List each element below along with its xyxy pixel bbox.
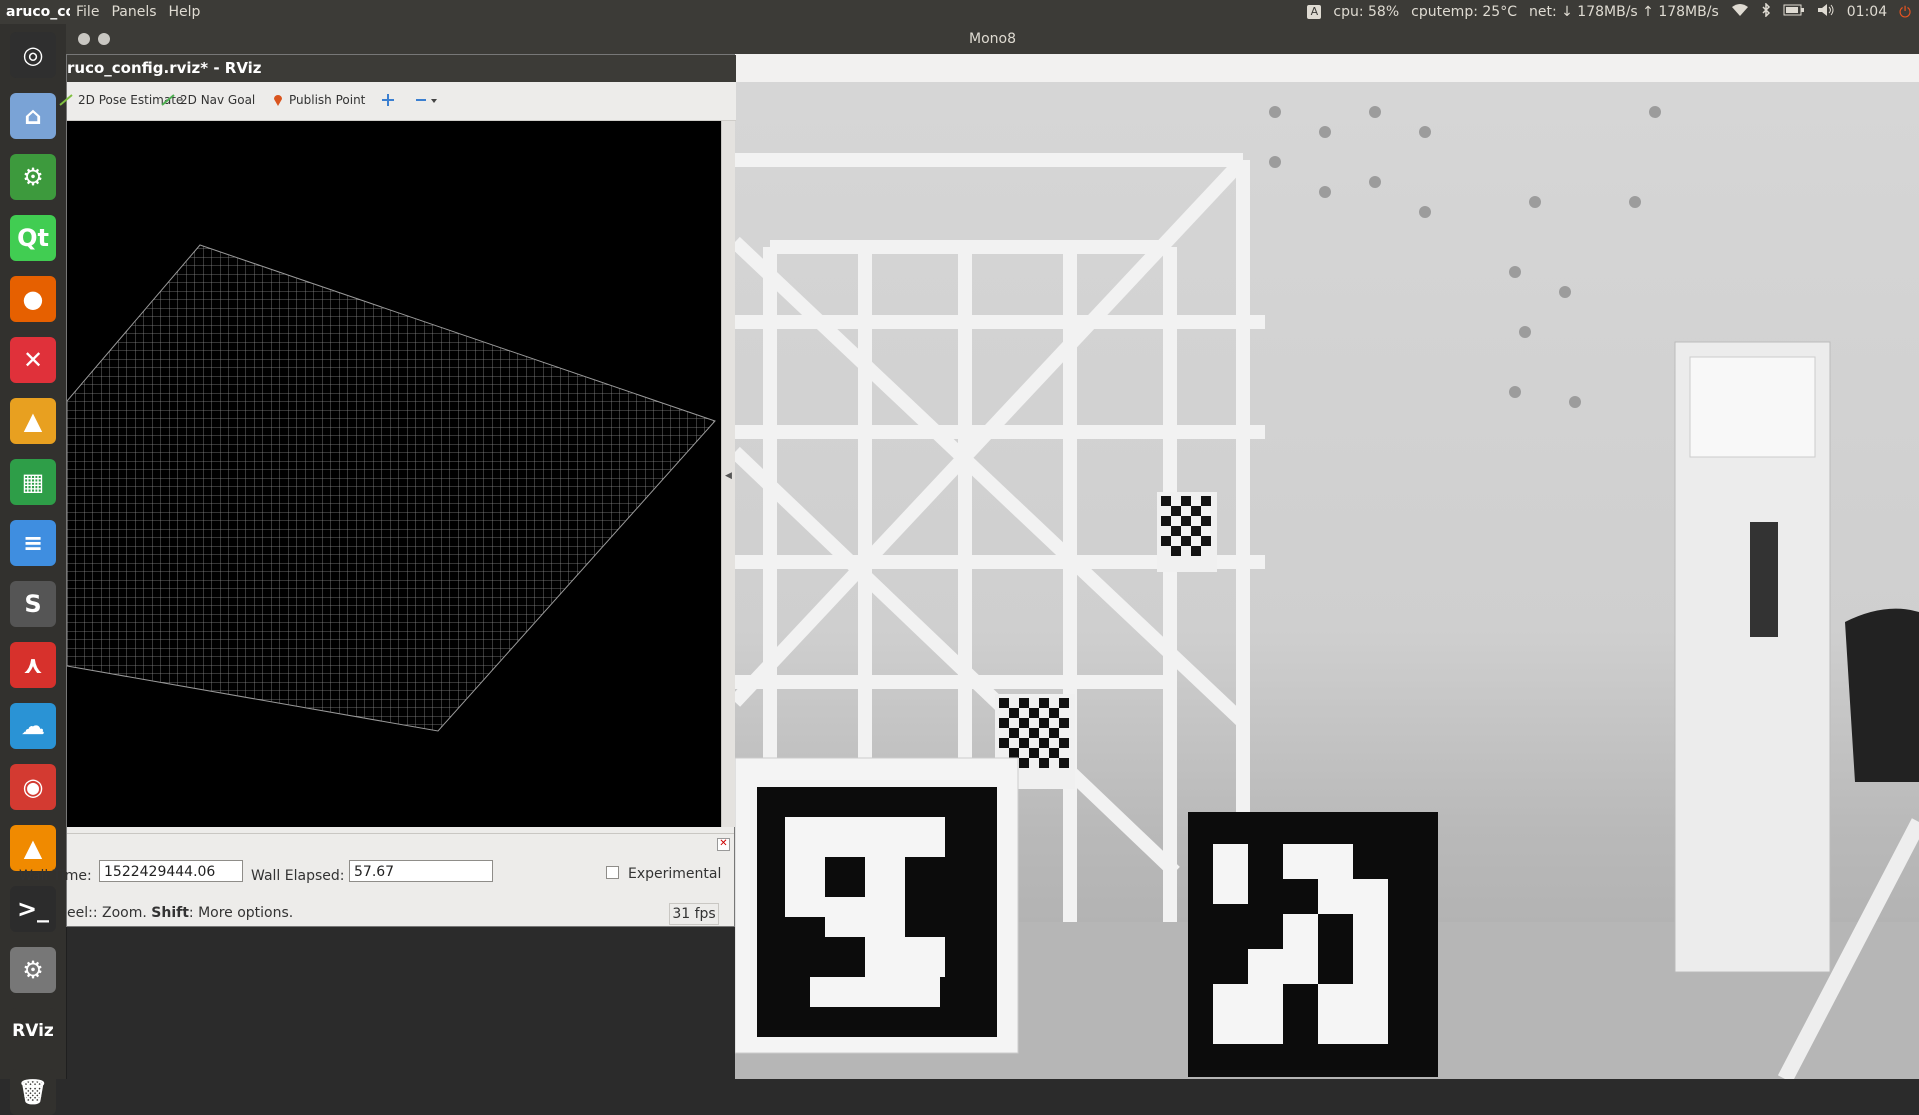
wall-time-field[interactable]: 1522429444.06 — [99, 860, 243, 882]
launcher-firefox[interactable]: ● — [10, 276, 56, 322]
launcher-trash[interactable]: 🗑 — [10, 1069, 56, 1115]
qt-creator-icon: Qt — [17, 224, 49, 252]
collapse-arrow-icon[interactable]: ◀ — [725, 471, 732, 481]
rviz-icon: RViz — [12, 1021, 54, 1041]
launcher-pdf-reader[interactable]: ⋏ — [10, 642, 56, 688]
map-pin-icon — [274, 95, 282, 106]
sublime-icon: S — [24, 590, 42, 618]
plus-crosshair-icon — [382, 94, 394, 106]
status-message-prefix: eel:: Zoom. — [67, 905, 152, 921]
experimental-checkbox[interactable] — [606, 866, 619, 879]
robot-app-icon: ⚙ — [22, 163, 44, 191]
mono-window-titlebar[interactable]: Mono8 — [66, 24, 1919, 54]
launcher: ◎ ⌂ ⚙ Qt ● ✕ ▲ ▦ ≡ S ⋏ ☁ ◉ ▲ >_ ⚙ RViz 🗑 — [0, 24, 67, 1115]
clock[interactable]: 01:04 — [1847, 4, 1887, 20]
keyboard-icon[interactable]: A — [1307, 5, 1322, 19]
dock-splitter[interactable]: ◀ — [721, 121, 735, 827]
add-tool-button[interactable] — [381, 93, 395, 107]
rviz-toolbar: 2D Pose Estimate 2D Nav Goal Publish Poi… — [59, 82, 736, 121]
top-panel: aruco_co File Panels Help A cpu: 58% cpu… — [0, 0, 1919, 24]
wall-time-label: Wall Time: — [19, 868, 92, 884]
battery-icon[interactable] — [1783, 4, 1805, 20]
ubuntu-dash-icon: ◎ — [22, 41, 44, 69]
status-bar: eel:: Zoom. Shift: More options. 31 fps — [67, 901, 734, 926]
launcher-image-viewer[interactable]: ▲ — [10, 398, 56, 444]
close-icon[interactable]: ✕ — [717, 838, 730, 851]
wifi-icon[interactable] — [1731, 3, 1749, 21]
cputemp-indicator[interactable]: cputemp: 25°C — [1411, 4, 1517, 20]
vlc-icon: ▲ — [23, 834, 43, 862]
launcher-files[interactable]: ⌂ — [10, 93, 56, 139]
mono-window-menubar — [735, 54, 1919, 82]
launcher-netease-music[interactable]: ◉ — [10, 764, 56, 810]
files-icon: ⌂ — [24, 102, 42, 130]
xmind-icon: ✕ — [22, 346, 44, 374]
power-icon[interactable]: ⏻ — [1899, 3, 1911, 21]
spreadsheet-icon: ▦ — [21, 468, 45, 496]
publish-point-button[interactable]: Publish Point — [272, 93, 365, 107]
launcher-qt-creator[interactable]: Qt — [10, 215, 56, 261]
launcher-spreadsheet[interactable]: ▦ — [10, 459, 56, 505]
time-panel: ✕ Wall Time: 1522429444.06 Wall Elapsed:… — [19, 833, 734, 902]
launcher-settings[interactable]: ⚙ — [10, 947, 56, 993]
wall-elapsed-field[interactable]: 57.67 — [349, 860, 493, 882]
launcher-sublime[interactable]: S — [10, 581, 56, 627]
rviz-window-title: ruco_config.rviz* - RViz — [67, 59, 262, 77]
rviz-titlebar[interactable]: ruco_config.rviz* - RViz — [67, 55, 736, 82]
pose-estimate-icon — [59, 94, 73, 106]
status-message: eel:: Zoom. Shift: More options. — [67, 905, 293, 921]
publish-point-label: Publish Point — [289, 93, 366, 107]
terminal-icon: >_ — [16, 895, 50, 923]
fps-indicator: 31 fps — [669, 903, 719, 925]
launcher-rviz[interactable]: RViz — [10, 1008, 56, 1054]
launcher-vlc[interactable]: ▲ — [10, 825, 56, 871]
cloud-app-icon: ☁ — [21, 712, 45, 740]
settings-icon: ⚙ — [22, 956, 44, 984]
camera-image-view — [735, 82, 1919, 1079]
grid-plane — [66, 244, 716, 732]
launcher-robot-app[interactable]: ⚙ — [10, 154, 56, 200]
experimental-label: Experimental — [628, 866, 722, 882]
trash-icon: 🗑 — [17, 1078, 49, 1106]
launcher-xmind[interactable]: ✕ — [10, 337, 56, 383]
nav-goal-icon — [161, 94, 175, 106]
bluetooth-icon[interactable] — [1761, 2, 1771, 21]
text-editor-icon: ≡ — [22, 529, 44, 557]
menu-help[interactable]: Help — [163, 4, 207, 20]
nav-goal-button[interactable]: 2D Nav Goal — [161, 93, 255, 107]
active-app-name: aruco_co — [6, 4, 70, 20]
pdf-reader-icon: ⋏ — [23, 651, 43, 679]
rviz-window: ruco_config.rviz* - RViz 2D Pose Estimat… — [19, 54, 736, 927]
net-indicator[interactable]: net: ↓ 178MB/s ↑ 178MB/s — [1529, 4, 1719, 20]
image-viewer-icon: ▲ — [23, 407, 43, 435]
launcher-ubuntu-dash[interactable]: ◎ — [10, 32, 56, 78]
rviz-3d-viewport[interactable] — [66, 121, 721, 827]
firefox-icon: ● — [22, 285, 44, 313]
launcher-cloud-app[interactable]: ☁ — [10, 703, 56, 749]
status-message-key: Shift — [151, 905, 189, 921]
launcher-terminal[interactable]: >_ — [10, 886, 56, 932]
launcher-text-editor[interactable]: ≡ — [10, 520, 56, 566]
mono-window-title: Mono8 — [969, 31, 1016, 47]
indicator-area: A cpu: 58% cputemp: 25°C net: ↓ 178MB/s … — [1307, 0, 1911, 24]
menu-file[interactable]: File — [70, 4, 105, 20]
remove-tool-button[interactable] — [415, 93, 439, 107]
wall-elapsed-label: Wall Elapsed: — [251, 868, 345, 884]
nav-goal-label: 2D Nav Goal — [180, 93, 256, 107]
netease-music-icon: ◉ — [22, 773, 44, 801]
cpu-indicator[interactable]: cpu: 58% — [1333, 4, 1399, 20]
minus-dropdown-icon — [416, 99, 437, 103]
status-message-suffix: : More options. — [188, 905, 294, 921]
menu-panels[interactable]: Panels — [105, 4, 162, 20]
volume-icon[interactable] — [1817, 3, 1835, 21]
